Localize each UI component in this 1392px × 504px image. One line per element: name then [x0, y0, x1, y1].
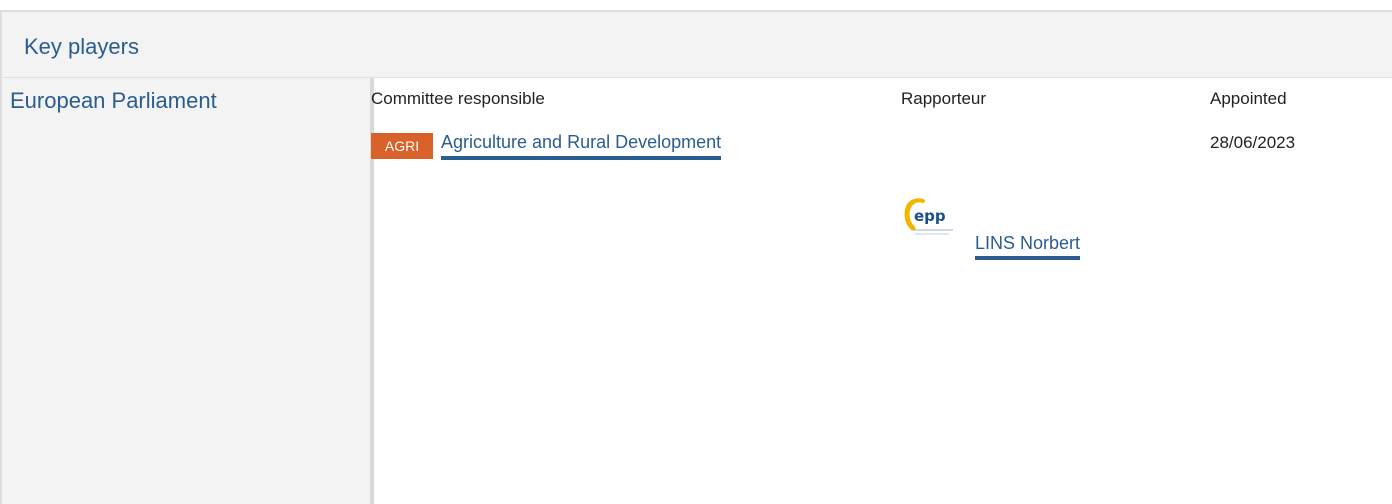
appointed-column-header: Appointed	[1210, 89, 1287, 108]
rapporteur-column-header: Rapporteur	[901, 89, 987, 108]
committee-code-badge: AGRI	[371, 133, 433, 159]
appointed-date: 28/06/2023	[1210, 133, 1296, 152]
committee-column-header: Committee responsible	[371, 89, 545, 108]
key-players-panel: Key players European Parliament Committe…	[0, 0, 1392, 504]
institution-column: European Parliament	[0, 78, 374, 504]
epp-logo: epp	[897, 186, 959, 258]
rapporteur-link[interactable]: LINS Norbert	[975, 232, 1081, 260]
section-title: Key players	[24, 34, 139, 59]
institution-name: European Parliament	[10, 88, 217, 113]
committee-link[interactable]: Agriculture and Rural Development	[441, 131, 722, 160]
epp-logo-text: epp	[914, 207, 946, 225]
section-header: Key players	[0, 10, 1392, 78]
